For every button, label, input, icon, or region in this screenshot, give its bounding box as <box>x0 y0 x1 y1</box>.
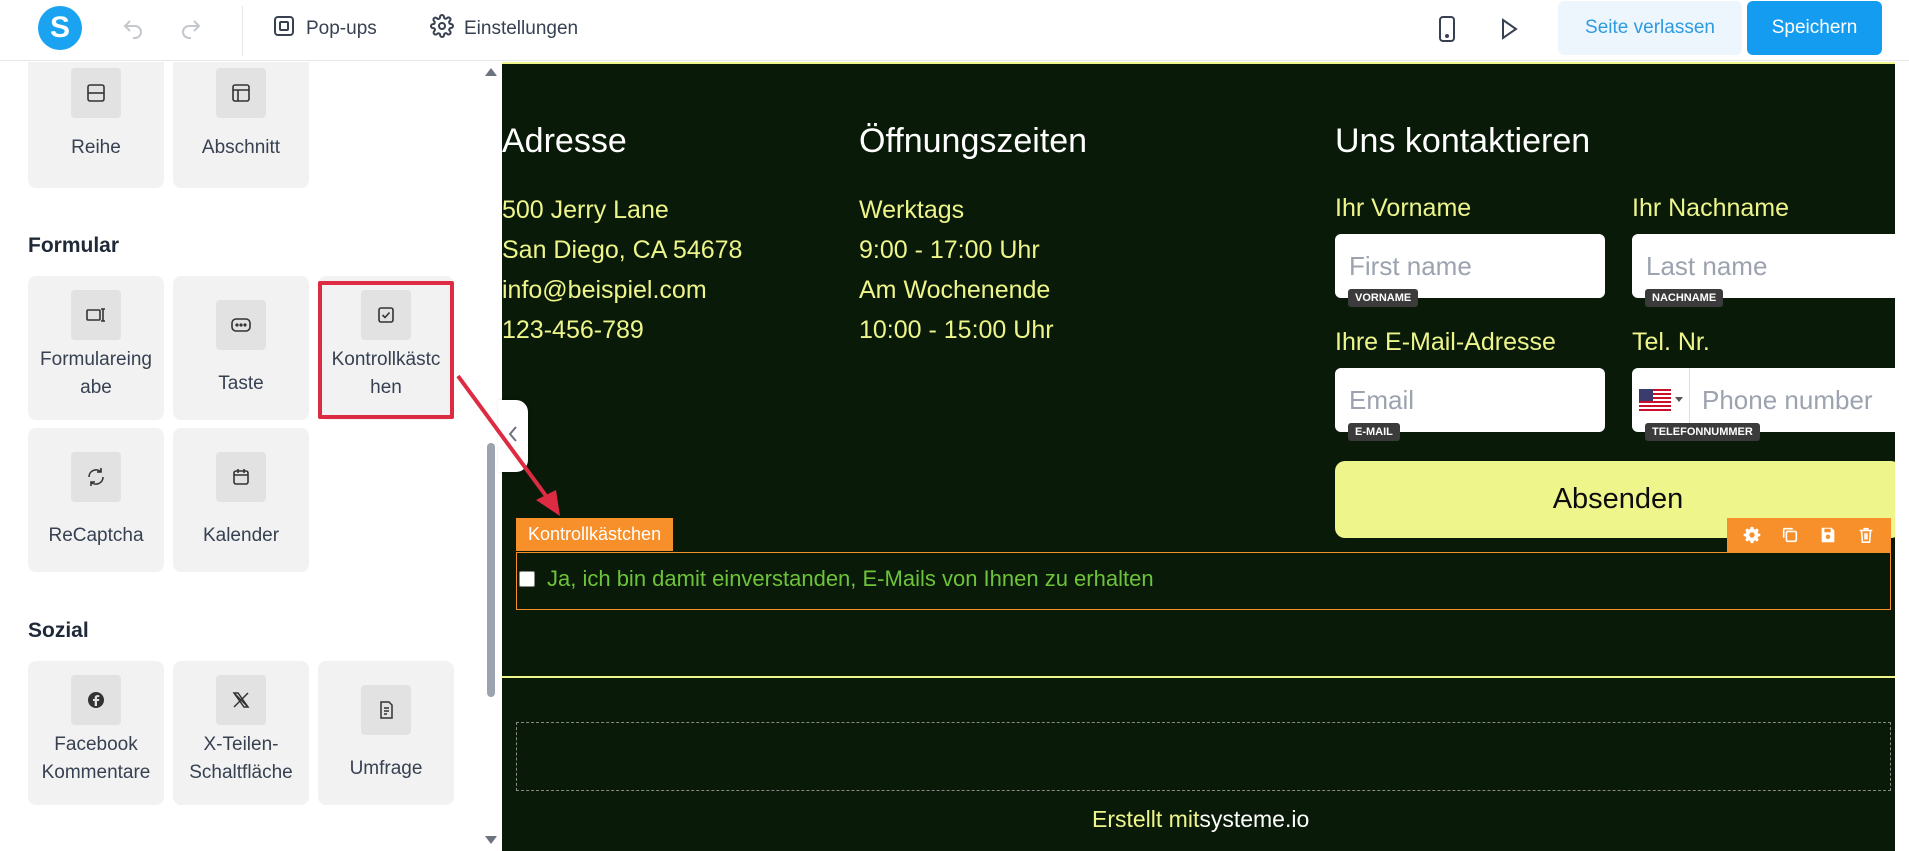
tile-button[interactable]: Taste <box>173 276 309 420</box>
tile-form-input[interactable]: Formulareing abe <box>28 276 164 420</box>
tile-row[interactable]: Reihe <box>28 62 164 188</box>
section-title-social: Sozial <box>28 619 89 642</box>
consent-label[interactable]: Ja, ich bin damit einverstanden, E-Mails… <box>547 566 1154 592</box>
collapse-sidebar-button[interactable] <box>498 400 528 472</box>
settings-button[interactable]: Einstellungen <box>430 14 578 44</box>
contact-title[interactable]: Uns kontaktieren <box>1335 122 1590 161</box>
phone-tag: TELEFONNUMMER <box>1645 423 1760 441</box>
element-toolbar <box>1727 518 1891 552</box>
hours-block[interactable]: Werktags 9:00 - 17:00 Uhr Am Wochenende … <box>859 190 1054 350</box>
redo-icon[interactable] <box>176 14 206 44</box>
first-name-label: Ihr Vorname <box>1335 194 1472 222</box>
calendar-icon <box>216 452 266 502</box>
top-toolbar: S Pop-ups Einstellungen Seite verlassen … <box>0 0 1909 61</box>
section-divider-bottom <box>502 676 1907 678</box>
popup-icon <box>272 14 296 44</box>
last-name-tag: NACHNAME <box>1645 289 1724 307</box>
first-name-tag: VORNAME <box>1348 289 1419 307</box>
save-element-icon[interactable] <box>1819 526 1837 544</box>
tile-survey[interactable]: Umfrage <box>318 661 454 805</box>
page-canvas: Adresse 500 Jerry Lane San Diego, CA 546… <box>502 62 1907 851</box>
mobile-preview-icon[interactable] <box>1432 14 1462 44</box>
section-title-form: Formular <box>28 234 120 257</box>
popups-button[interactable]: Pop-ups <box>272 14 377 44</box>
row-icon <box>71 68 121 118</box>
hours-title[interactable]: Öffnungszeiten <box>859 122 1087 161</box>
button-icon <box>216 300 266 350</box>
tile-section[interactable]: Abschnitt <box>173 62 309 188</box>
save-button[interactable]: Speichern <box>1747 1 1882 55</box>
empty-drop-zone[interactable] <box>516 722 1891 791</box>
section-icon <box>216 68 266 118</box>
email-tag: E-MAIL <box>1348 423 1400 441</box>
tile-calendar[interactable]: Kalender <box>173 428 309 572</box>
footer-credit[interactable]: Erstellt mitsysteme.io <box>1092 806 1309 833</box>
scroll-up-icon[interactable] <box>485 68 497 76</box>
last-name-label: Ihr Nachname <box>1632 194 1790 222</box>
tile-recaptcha[interactable]: ReCaptcha <box>28 428 164 572</box>
facebook-icon <box>71 675 121 725</box>
gear-icon <box>430 14 454 44</box>
sidebar-scroll-thumb[interactable] <box>487 443 495 697</box>
selected-element-tag: Kontrollkästchen <box>516 518 674 551</box>
consent-checkbox[interactable] <box>519 571 535 587</box>
toolbar-divider <box>242 6 243 56</box>
play-preview-icon[interactable] <box>1494 14 1524 44</box>
elements-sidebar: Reihe Abschnitt Formular Formulareing ab… <box>0 62 486 851</box>
section-divider-top <box>502 62 1907 64</box>
checkbox-element[interactable]: Ja, ich bin damit einverstanden, E-Mails… <box>516 552 1891 610</box>
x-icon <box>216 675 266 725</box>
trash-icon[interactable] <box>1857 526 1875 544</box>
chevron-left-icon <box>507 425 519 448</box>
tile-facebook-comments[interactable]: Facebook Kommentare <box>28 661 164 805</box>
tile-x-share[interactable]: X-Teilen- Schaltfläche <box>173 661 309 805</box>
duplicate-icon[interactable] <box>1781 526 1799 544</box>
form-input-icon <box>71 290 121 340</box>
leave-page-button[interactable]: Seite verlassen <box>1558 1 1742 55</box>
gear-icon[interactable] <box>1743 526 1761 544</box>
systeme-logo[interactable]: S <box>38 6 82 50</box>
undo-icon[interactable] <box>118 14 148 44</box>
scroll-down-icon[interactable] <box>485 836 497 844</box>
phone-label: Tel. Nr. <box>1632 328 1710 356</box>
survey-icon <box>361 685 411 735</box>
address-block[interactable]: 500 Jerry Lane San Diego, CA 54678 info@… <box>502 190 742 350</box>
address-title[interactable]: Adresse <box>502 122 627 161</box>
canvas-scrollbar[interactable] <box>1895 62 1909 851</box>
highlight-checkbox-tile <box>318 281 454 419</box>
recaptcha-icon <box>71 452 121 502</box>
email-label: Ihre E-Mail-Adresse <box>1335 328 1556 356</box>
